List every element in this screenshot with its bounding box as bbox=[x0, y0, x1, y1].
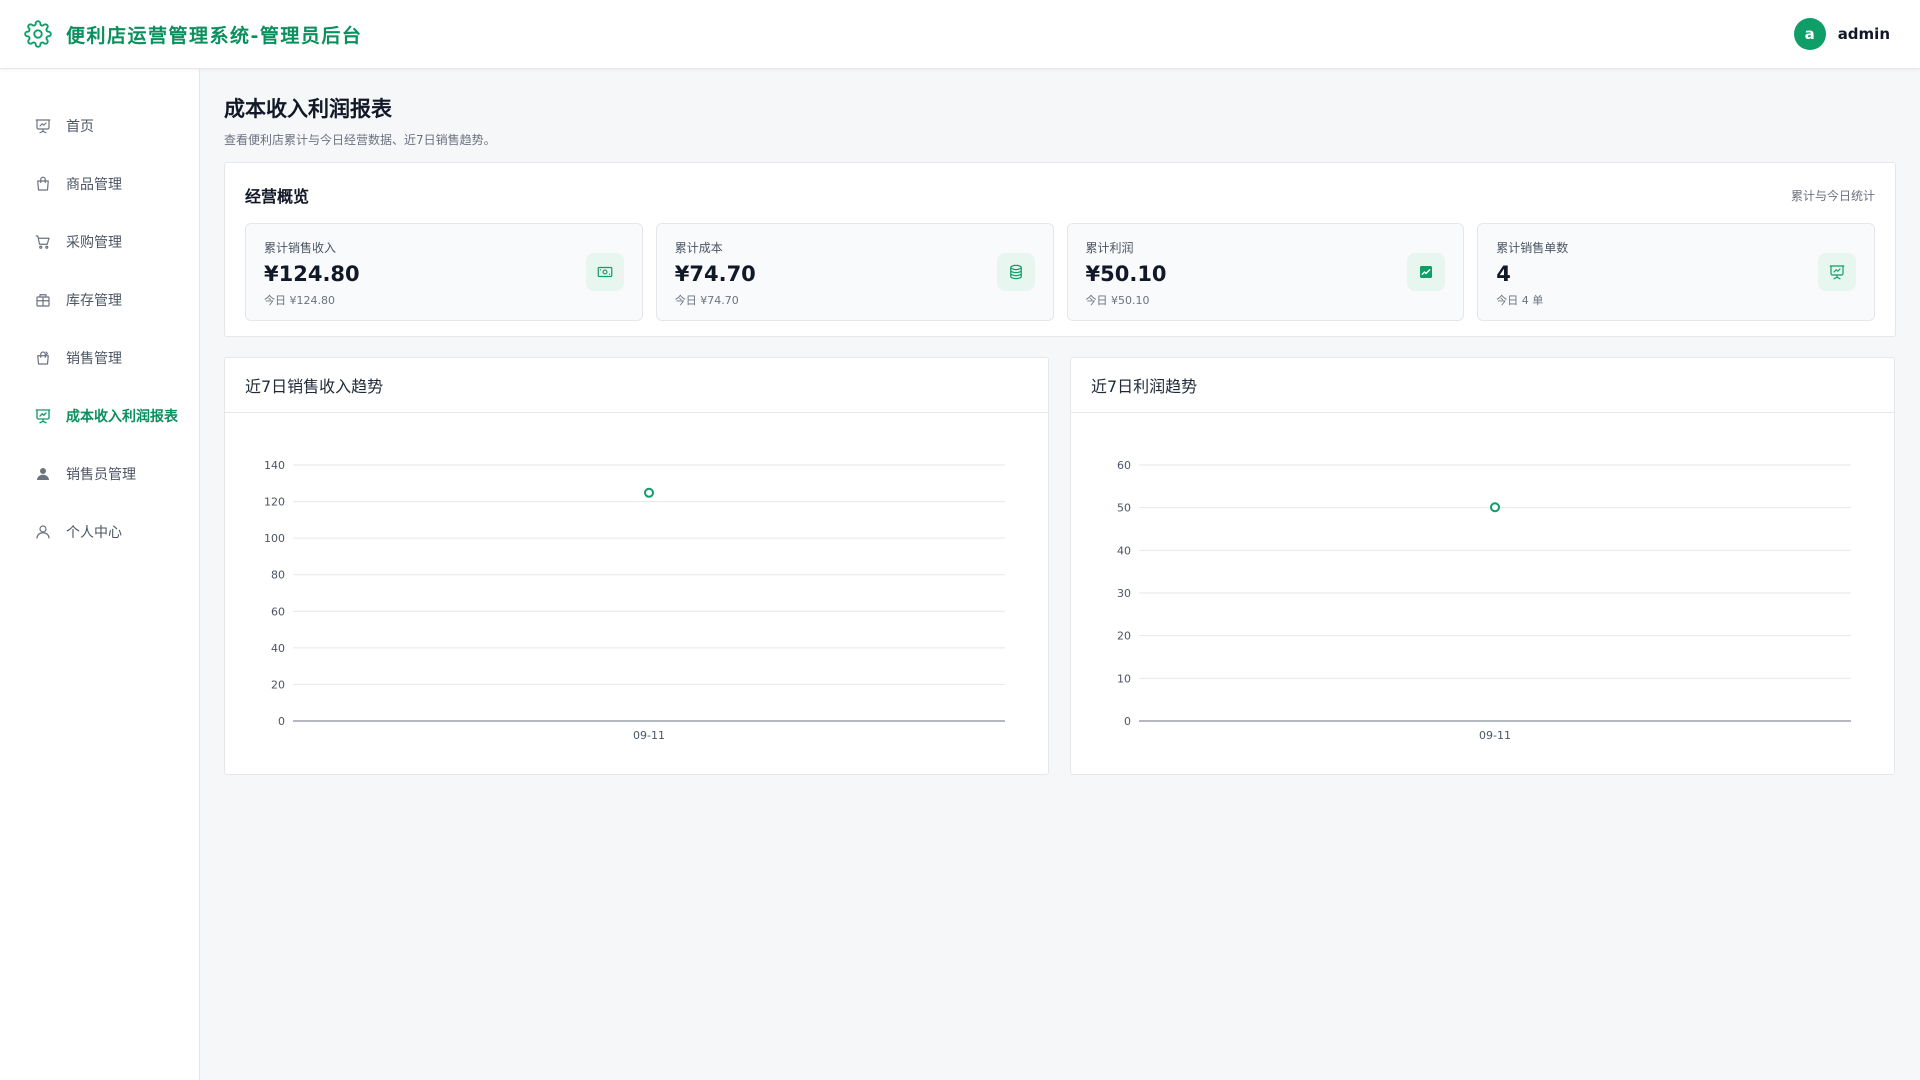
stat-today: 今日 4 单 bbox=[1496, 294, 1544, 307]
inventory-box-icon bbox=[34, 291, 52, 309]
sidebar-item-inventory[interactable]: 库存管理 bbox=[0, 271, 199, 329]
sidebar-item-home[interactable]: 首页 bbox=[0, 97, 199, 155]
y-tick-label: 50 bbox=[1117, 502, 1131, 515]
sidebar: 首页 商品管理 采购管理 库存管理 销售管理 成本收入利润报表 销售员管理 个人… bbox=[0, 69, 200, 1080]
overview-note: 累计与今日统计 bbox=[1790, 188, 1875, 203]
x-tick-label: 09-11 bbox=[1479, 729, 1511, 742]
sidebar-item-salespeople[interactable]: 销售员管理 bbox=[0, 445, 199, 503]
stat-label: 累计成本 bbox=[674, 241, 723, 255]
page-title: 成本收入利润报表 bbox=[224, 97, 392, 121]
profit-trend-chart: 0 10 20 30 40 50 60 09-11 bbox=[1117, 459, 1851, 742]
order-board-icon bbox=[1818, 253, 1856, 291]
shopping-bag-icon bbox=[34, 175, 52, 193]
sidebar-item-label: 首页 bbox=[66, 119, 94, 135]
x-tick-label: 09-11 bbox=[633, 729, 665, 742]
y-tick-label: 80 bbox=[271, 569, 285, 582]
data-point[interactable] bbox=[644, 487, 654, 498]
stat-today: 今日 ¥74.70 bbox=[674, 294, 739, 307]
y-tick-label: 20 bbox=[271, 678, 285, 691]
y-tick-label: 0 bbox=[1124, 715, 1131, 728]
sidebar-item-label: 个人中心 bbox=[66, 525, 122, 541]
app-title: 便利店运营管理系统-管理员后台 bbox=[66, 24, 363, 47]
y-tick-label: 0 bbox=[278, 715, 285, 728]
sidebar-item-label: 库存管理 bbox=[66, 293, 122, 309]
sidebar-item-profile[interactable]: 个人中心 bbox=[0, 503, 199, 561]
overview-title: 经营概览 bbox=[245, 187, 310, 206]
trend-chart-icon bbox=[1407, 253, 1446, 291]
stat-card-cost: 累计成本 ¥74.70 今日 ¥74.70 bbox=[655, 223, 1054, 321]
y-tick-label: 140 bbox=[264, 459, 285, 472]
y-tick-label: 60 bbox=[1117, 459, 1131, 472]
y-tick-label: 20 bbox=[1117, 630, 1131, 643]
overview-panel: 经营概览 累计与今日统计 累计销售收入 ¥124.80 今日 ¥124.80 累… bbox=[224, 162, 1896, 337]
stat-today: 今日 ¥50.10 bbox=[1085, 294, 1150, 307]
revenue-trend-card: 近7日销售收入趋势 0 20 40 60 80 100 120 140 09-11 bbox=[224, 357, 1049, 775]
main-content: 成本收入利润报表 查看便利店累计与今日经营数据、近7日销售趋势。 经营概览 累计… bbox=[224, 69, 1896, 775]
sidebar-item-report[interactable]: 成本收入利润报表 bbox=[0, 387, 199, 445]
avatar[interactable]: a bbox=[1793, 18, 1826, 50]
gear-icon[interactable] bbox=[24, 20, 52, 48]
y-tick-label: 60 bbox=[271, 605, 285, 618]
stat-today: 今日 ¥124.80 bbox=[264, 294, 335, 307]
sidebar-item-label: 销售员管理 bbox=[66, 467, 136, 483]
stat-label: 累计销售单数 bbox=[1496, 241, 1569, 255]
presentation-chart-icon bbox=[34, 117, 52, 135]
sidebar-item-products[interactable]: 商品管理 bbox=[0, 155, 199, 213]
cash-icon bbox=[585, 253, 624, 291]
sidebar-item-label: 商品管理 bbox=[66, 177, 122, 193]
page-subtitle: 查看便利店累计与今日经营数据、近7日销售趋势。 bbox=[224, 133, 496, 147]
stat-label: 累计销售收入 bbox=[264, 241, 337, 255]
stat-value: ¥124.80 bbox=[264, 262, 360, 286]
stat-card-profit: 累计利润 ¥50.10 今日 ¥50.10 bbox=[1066, 223, 1465, 321]
data-point[interactable] bbox=[1490, 502, 1500, 513]
stat-value: ¥50.10 bbox=[1085, 262, 1167, 286]
brand: 便利店运营管理系统-管理员后台 bbox=[24, 20, 362, 48]
shopping-cart-icon bbox=[34, 233, 52, 251]
sidebar-item-label: 采购管理 bbox=[66, 235, 122, 251]
y-tick-label: 30 bbox=[1117, 587, 1131, 600]
sidebar-item-purchasing[interactable]: 采购管理 bbox=[0, 213, 199, 271]
stat-value: ¥74.70 bbox=[674, 262, 756, 286]
y-tick-label: 40 bbox=[1117, 544, 1131, 557]
chart-title: 近7日利润趋势 bbox=[1071, 358, 1894, 413]
user-menu[interactable]: a admin bbox=[1793, 18, 1890, 50]
revenue-trend-chart: 0 20 40 60 80 100 120 140 09-11 bbox=[264, 459, 1005, 742]
top-header: 便利店运营管理系统-管理员后台 a admin bbox=[0, 0, 1920, 69]
sales-bag-icon bbox=[34, 349, 52, 367]
y-tick-label: 120 bbox=[264, 496, 285, 509]
sidebar-item-label: 销售管理 bbox=[66, 351, 122, 367]
user-solid-icon bbox=[34, 465, 52, 483]
profit-trend-card: 近7日利润趋势 0 10 20 30 40 50 60 09-11 bbox=[1070, 357, 1895, 775]
stat-card-revenue: 累计销售收入 ¥124.80 今日 ¥124.80 bbox=[245, 223, 643, 321]
sidebar-item-sales[interactable]: 销售管理 bbox=[0, 329, 199, 387]
stat-label: 累计利润 bbox=[1085, 241, 1134, 255]
y-tick-label: 100 bbox=[264, 532, 285, 545]
sidebar-item-label: 成本收入利润报表 bbox=[66, 409, 178, 425]
stat-card-orders: 累计销售单数 4 今日 4 单 bbox=[1477, 223, 1875, 321]
report-chart-icon bbox=[34, 407, 52, 425]
username[interactable]: admin bbox=[1838, 25, 1890, 43]
y-tick-label: 10 bbox=[1117, 672, 1131, 685]
chart-title: 近7日销售收入趋势 bbox=[225, 358, 1048, 413]
coin-stack-icon bbox=[996, 253, 1035, 291]
user-outline-icon bbox=[34, 523, 52, 541]
stat-value: 4 bbox=[1496, 262, 1511, 286]
y-tick-label: 40 bbox=[271, 642, 285, 655]
